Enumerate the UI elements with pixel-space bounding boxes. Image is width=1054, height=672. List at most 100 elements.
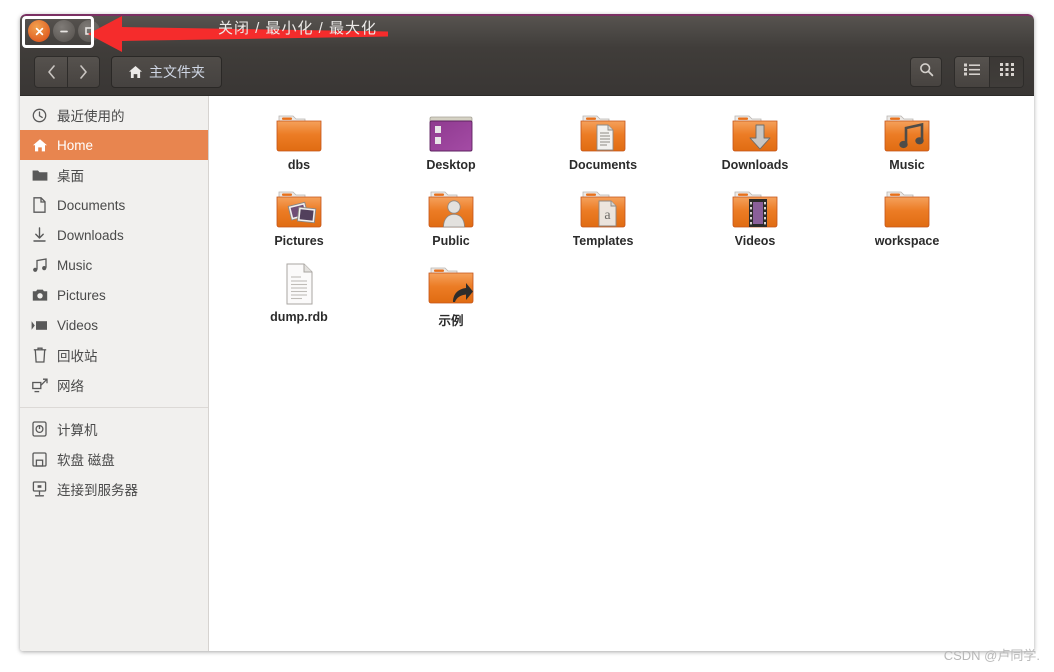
file-item[interactable]: dump.rdb: [223, 258, 375, 334]
trash-icon: [31, 347, 48, 363]
file-manager-window: 主文件夹 最近使用的 Home 桌面 Documents Downloads M…: [20, 14, 1034, 651]
sidebar-item-desktop[interactable]: 桌面: [20, 160, 208, 190]
file-item[interactable]: Downloads: [679, 106, 831, 182]
watermark: CSDN @卢同学.: [943, 648, 1040, 663]
search-icon: [919, 62, 934, 82]
computer-icon: [31, 421, 48, 437]
sidebar-item-floppy[interactable]: 软盘 磁盘: [20, 444, 208, 474]
svg-text:a: a: [604, 208, 611, 223]
text-file-icon: [273, 260, 325, 308]
sidebar-item-trash[interactable]: 回收站: [20, 340, 208, 370]
breadcrumb-home[interactable]: 主文件夹: [111, 55, 222, 88]
grid-view-button[interactable]: [989, 56, 1023, 87]
sidebar-item-pictures[interactable]: Pictures: [20, 280, 208, 310]
screenshot-root: 主文件夹 最近使用的 Home 桌面 Documents Downloads M…: [0, 0, 1054, 672]
clock-icon: [31, 108, 48, 123]
home-icon: [128, 65, 143, 79]
file-name: Pictures: [274, 234, 324, 248]
file-item[interactable]: dbs: [223, 106, 375, 182]
file-item[interactable]: Music: [831, 106, 983, 182]
file-name: Desktop: [426, 158, 476, 172]
file-item[interactable]: workspace: [831, 182, 983, 258]
network-icon: [31, 378, 48, 393]
file-name: Music: [889, 158, 925, 172]
file-item[interactable]: Pictures: [223, 182, 375, 258]
folder-icon: [273, 108, 325, 156]
download-icon: [31, 227, 48, 243]
sidebar-item-videos[interactable]: Videos: [20, 310, 208, 340]
sidebar-label: 网络: [57, 379, 84, 394]
sidebar-label: 连接到服务器: [57, 483, 138, 498]
pictures-folder-icon: [273, 184, 325, 232]
breadcrumb-label: 主文件夹: [149, 63, 205, 80]
file-name: Videos: [734, 234, 776, 248]
sidebar-item-recent[interactable]: 最近使用的: [20, 100, 208, 130]
file-name: workspace: [874, 234, 940, 248]
annotation-label: 关闭 / 最小化 / 最大化: [218, 20, 378, 37]
sidebar-item-network[interactable]: 网络: [20, 370, 208, 400]
file-name: 示例: [438, 314, 464, 328]
downloads-folder-icon: [729, 108, 781, 156]
close-button[interactable]: [28, 20, 50, 42]
file-name: dump.rdb: [270, 310, 328, 324]
file-name: Templates: [572, 234, 634, 248]
folder-icon: [31, 168, 48, 182]
file-name: Downloads: [721, 158, 789, 172]
grid-view-icon: [999, 62, 1014, 81]
forward-button[interactable]: [67, 56, 99, 87]
sidebar-label: 回收站: [57, 349, 98, 364]
navigation-buttons: [34, 55, 100, 88]
file-list-area[interactable]: dbs Desktop Documents Downloads Music Pi…: [209, 96, 1034, 651]
file-grid: dbs Desktop Documents Downloads Music Pi…: [209, 106, 1034, 334]
sidebar-item-computer[interactable]: 计算机: [20, 414, 208, 444]
sidebar-label: Music: [57, 257, 93, 273]
documents-folder-icon: [577, 108, 629, 156]
videos-folder-icon: [729, 184, 781, 232]
document-icon: [31, 197, 48, 213]
file-item[interactable]: Documents: [527, 106, 679, 182]
sidebar-label: Videos: [57, 317, 99, 333]
sidebar-item-documents[interactable]: Documents: [20, 190, 208, 220]
file-item[interactable]: Public: [375, 182, 527, 258]
music-folder-icon: [881, 108, 933, 156]
file-item[interactable]: Videos: [679, 182, 831, 258]
sidebar-label: Downloads: [57, 227, 124, 243]
desktop-folder-icon: [425, 108, 477, 156]
link-folder-icon: [425, 260, 477, 308]
folder-icon: [881, 184, 933, 232]
sidebar-item-music[interactable]: Music: [20, 250, 208, 280]
sidebar-label: Documents: [57, 197, 126, 213]
list-view-button[interactable]: [955, 56, 989, 87]
view-toggle-group: [954, 55, 1024, 88]
sidebar-label: 最近使用的: [57, 109, 125, 124]
file-name: dbs: [287, 158, 311, 172]
sidebar-label: Home: [57, 137, 94, 153]
file-item[interactable]: 示例: [375, 258, 527, 334]
sidebar-divider: [20, 407, 208, 408]
sidebar-label: 桌面: [57, 169, 84, 184]
templates-folder-icon: a: [577, 184, 629, 232]
sidebar-label: 软盘 磁盘: [57, 453, 115, 468]
video-icon: [31, 320, 48, 331]
minimize-button[interactable]: [53, 20, 75, 42]
list-view-icon: [964, 63, 980, 81]
home-icon: [31, 138, 48, 153]
sidebar: 最近使用的 Home 桌面 Documents Downloads Music …: [20, 96, 209, 651]
sidebar-item-home[interactable]: Home: [20, 130, 208, 160]
sidebar-label: Pictures: [57, 287, 106, 303]
file-name: Documents: [568, 158, 638, 172]
back-button[interactable]: [35, 57, 67, 87]
music-icon: [31, 257, 48, 273]
file-name: Public: [432, 234, 470, 248]
sidebar-item-downloads[interactable]: Downloads: [20, 220, 208, 250]
toolbar-right-group: [910, 55, 1024, 88]
floppy-icon: [31, 451, 48, 467]
search-button[interactable]: [910, 56, 942, 87]
window-body: 最近使用的 Home 桌面 Documents Downloads Music …: [20, 96, 1034, 651]
sidebar-label: 计算机: [57, 423, 98, 438]
file-item[interactable]: a Templates: [527, 182, 679, 258]
public-folder-icon: [425, 184, 477, 232]
sidebar-item-connect-server[interactable]: 连接到服务器: [20, 474, 208, 504]
file-item[interactable]: Desktop: [375, 106, 527, 182]
server-icon: [31, 481, 48, 497]
